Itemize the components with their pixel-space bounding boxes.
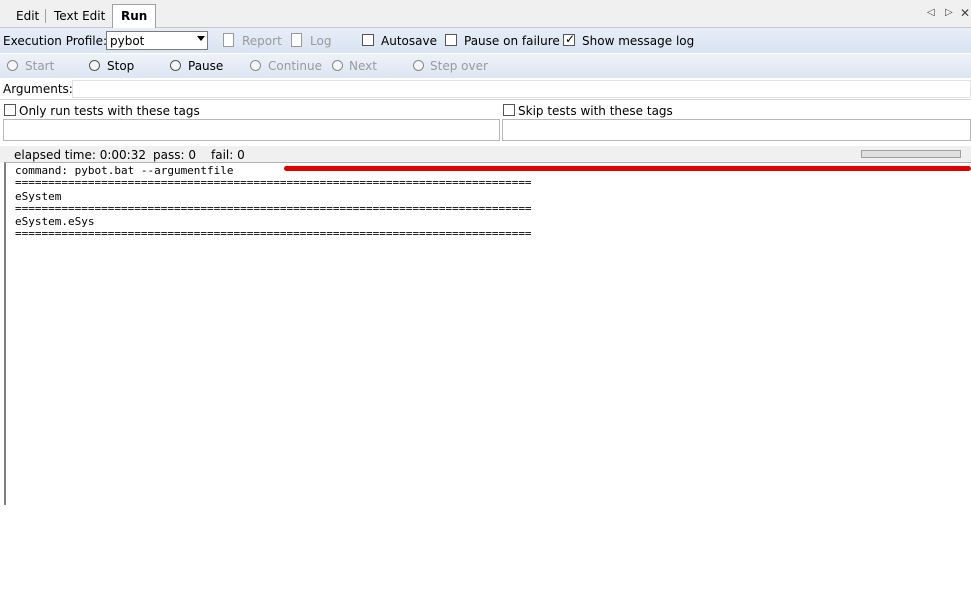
arguments-label: Arguments: [3,82,73,96]
checkmark-icon: ✓ [565,32,576,46]
execution-profile-select[interactable]: pybot [106,31,208,50]
show-message-log-checkbox[interactable]: ✓ [563,32,576,46]
tab-text-edit[interactable]: Text Edit [46,6,113,26]
only-run-tags-checkbox[interactable] [4,104,16,116]
continue-button[interactable]: Continue [268,59,322,73]
next-icon [332,60,343,71]
output-separator: ========================================… [15,176,532,189]
step-over-icon [413,60,424,71]
elapsed-time: elapsed time: 0:00:32 [14,148,146,162]
execution-profile-label: Execution Profile: [3,34,108,48]
redaction-mark [284,166,971,171]
chevron-down-icon [197,36,205,41]
skip-tags-checkbox[interactable] [503,104,515,116]
arguments-input[interactable] [72,80,971,98]
pause-on-failure-checkbox[interactable] [445,34,457,46]
continue-icon [250,60,261,71]
pause-on-failure-label: Pause on failure [464,34,560,48]
fail-count: fail: 0 [211,148,245,162]
autosave-checkbox[interactable] [362,34,374,46]
skip-tags-input[interactable] [502,119,971,141]
output-separator: ========================================… [15,227,532,240]
step-over-button[interactable]: Step over [430,59,488,73]
report-icon [223,33,234,47]
stop-button[interactable]: Stop [107,59,134,73]
log-icon [291,33,302,47]
tab-scroll-left-icon[interactable]: ◁ [927,7,935,18]
start-button[interactable]: Start [25,59,54,73]
next-button[interactable]: Next [349,59,377,73]
stop-icon [89,60,100,71]
pause-icon [170,60,181,71]
autosave-label: Autosave [381,34,437,48]
start-icon [7,60,18,71]
log-button[interactable]: Log [310,34,331,48]
report-button[interactable]: Report [242,34,282,48]
progress-bar [861,150,961,158]
show-message-log-label: Show message log [582,34,695,48]
close-icon[interactable]: ✕ [960,6,970,20]
execution-profile-value: pybot [110,34,145,48]
pass-count: pass: 0 [153,148,196,162]
tab-scroll-right-icon[interactable]: ▷ [945,7,953,18]
tab-bar: Edit Text Edit Run ◁ ▷ ✕ [0,0,971,28]
skip-tags-label: Skip tests with these tags [518,104,673,118]
pause-button[interactable]: Pause [188,59,223,73]
tab-run[interactable]: Run [112,4,157,28]
tab-edit[interactable]: Edit [8,6,47,26]
output-separator: ========================================… [15,202,532,215]
only-run-tags-input[interactable] [3,119,500,141]
only-run-tags-label: Only run tests with these tags [19,104,200,118]
